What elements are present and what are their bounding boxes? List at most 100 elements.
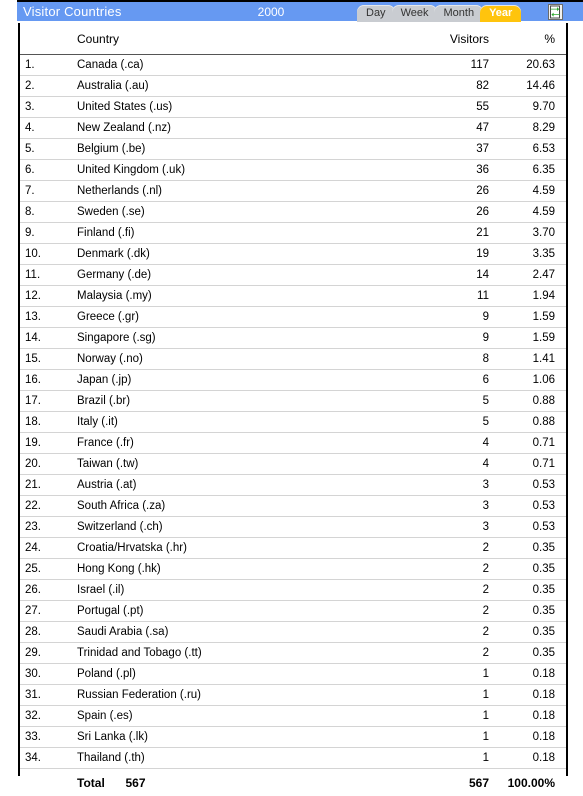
row-percent: 8.29: [505, 118, 566, 139]
row-visitors: 14: [395, 265, 505, 286]
row-country[interactable]: Greece (.gr): [60, 307, 395, 328]
table-row[interactable]: 34.Thailand (.th)10.18: [20, 748, 566, 769]
row-country[interactable]: Japan (.jp): [60, 370, 395, 391]
column-header-visitors[interactable]: Visitors: [395, 23, 505, 55]
row-visitors: 117: [395, 55, 505, 76]
refresh-button[interactable]: [548, 4, 563, 20]
row-country[interactable]: Taiwan (.tw): [60, 454, 395, 475]
table-row[interactable]: 21.Austria (.at)30.53: [20, 475, 566, 496]
titlebar-top-rule: [17, 0, 583, 2]
row-visitors: 1: [395, 727, 505, 748]
column-header-country[interactable]: Country: [60, 23, 395, 55]
tab-week[interactable]: Week: [392, 5, 438, 22]
row-country[interactable]: Saudi Arabia (.sa): [60, 622, 395, 643]
total-label-cell: Total 567: [60, 769, 395, 796]
row-percent: 0.18: [505, 706, 566, 727]
column-header-percent[interactable]: %: [505, 23, 566, 55]
row-country[interactable]: Australia (.au): [60, 76, 395, 97]
row-country[interactable]: United Kingdom (.uk): [60, 160, 395, 181]
row-visitors: 19: [395, 244, 505, 265]
row-country[interactable]: Netherlands (.nl): [60, 181, 395, 202]
row-rank: 30.: [20, 664, 60, 685]
tab-month[interactable]: Month: [434, 5, 483, 22]
row-country[interactable]: Brazil (.br): [60, 391, 395, 412]
row-country[interactable]: Norway (.no): [60, 349, 395, 370]
row-country[interactable]: Switzerland (.ch): [60, 517, 395, 538]
row-country[interactable]: Russian Federation (.ru): [60, 685, 395, 706]
table-row[interactable]: 32.Spain (.es)10.18: [20, 706, 566, 727]
row-rank: 33.: [20, 727, 60, 748]
table-row[interactable]: 31.Russian Federation (.ru)10.18: [20, 685, 566, 706]
table-row[interactable]: 5.Belgium (.be)376.53: [20, 139, 566, 160]
table-row[interactable]: 29.Trinidad and Tobago (.tt)20.35: [20, 643, 566, 664]
row-percent: 14.46: [505, 76, 566, 97]
table-row[interactable]: 22.South Africa (.za)30.53: [20, 496, 566, 517]
table-row[interactable]: 17.Brazil (.br)50.88: [20, 391, 566, 412]
table-row[interactable]: 23.Switzerland (.ch)30.53: [20, 517, 566, 538]
row-country[interactable]: New Zealand (.nz): [60, 118, 395, 139]
row-country[interactable]: Thailand (.th): [60, 748, 395, 769]
row-visitors: 2: [395, 580, 505, 601]
row-country[interactable]: Denmark (.dk): [60, 244, 395, 265]
row-country[interactable]: Israel (.il): [60, 580, 395, 601]
row-percent: 4.59: [505, 181, 566, 202]
table-row[interactable]: 25.Hong Kong (.hk)20.35: [20, 559, 566, 580]
row-country[interactable]: France (.fr): [60, 433, 395, 454]
table-row[interactable]: 28.Saudi Arabia (.sa)20.35: [20, 622, 566, 643]
table-row[interactable]: 9.Finland (.fi)213.70: [20, 223, 566, 244]
row-country[interactable]: Singapore (.sg): [60, 328, 395, 349]
table-row[interactable]: 4.New Zealand (.nz)478.29: [20, 118, 566, 139]
row-country[interactable]: Belgium (.be): [60, 139, 395, 160]
row-visitors: 36: [395, 160, 505, 181]
row-country[interactable]: Poland (.pl): [60, 664, 395, 685]
tab-year[interactable]: Year: [480, 5, 521, 22]
row-country[interactable]: Portugal (.pt): [60, 601, 395, 622]
row-country[interactable]: Trinidad and Tobago (.tt): [60, 643, 395, 664]
table-row[interactable]: 27.Portugal (.pt)20.35: [20, 601, 566, 622]
row-country[interactable]: Sweden (.se): [60, 202, 395, 223]
table-row[interactable]: 16.Japan (.jp)61.06: [20, 370, 566, 391]
table-row[interactable]: 10.Denmark (.dk)193.35: [20, 244, 566, 265]
table-row[interactable]: 6.United Kingdom (.uk)366.35: [20, 160, 566, 181]
table-row[interactable]: 18.Italy (.it)50.88: [20, 412, 566, 433]
tab-day[interactable]: Day: [357, 5, 395, 22]
row-country[interactable]: United States (.us): [60, 97, 395, 118]
total-inline-count: 567: [125, 776, 145, 790]
table-row[interactable]: 3.United States (.us)559.70: [20, 97, 566, 118]
row-percent: 1.59: [505, 328, 566, 349]
row-country[interactable]: Germany (.de): [60, 265, 395, 286]
table-row[interactable]: 8.Sweden (.se)264.59: [20, 202, 566, 223]
table-row[interactable]: 20.Taiwan (.tw)40.71: [20, 454, 566, 475]
table-row[interactable]: 12.Malaysia (.my)111.94: [20, 286, 566, 307]
row-rank: 9.: [20, 223, 60, 244]
row-country[interactable]: Canada (.ca): [60, 55, 395, 76]
row-country[interactable]: Italy (.it): [60, 412, 395, 433]
table-row[interactable]: 30.Poland (.pl)10.18: [20, 664, 566, 685]
row-percent: 3.35: [505, 244, 566, 265]
table-row[interactable]: 7.Netherlands (.nl)264.59: [20, 181, 566, 202]
table-row[interactable]: 33.Sri Lanka (.lk)10.18: [20, 727, 566, 748]
row-country[interactable]: Spain (.es): [60, 706, 395, 727]
row-percent: 0.18: [505, 727, 566, 748]
row-country[interactable]: Finland (.fi): [60, 223, 395, 244]
table-row[interactable]: 13.Greece (.gr)91.59: [20, 307, 566, 328]
row-country[interactable]: Hong Kong (.hk): [60, 559, 395, 580]
table-row[interactable]: 14.Singapore (.sg)91.59: [20, 328, 566, 349]
row-rank: 32.: [20, 706, 60, 727]
table-row[interactable]: 26.Israel (.il)20.35: [20, 580, 566, 601]
table-row[interactable]: 19.France (.fr)40.71: [20, 433, 566, 454]
row-country[interactable]: Malaysia (.my): [60, 286, 395, 307]
page-title: Visitor Countries: [23, 3, 122, 20]
row-percent: 0.35: [505, 580, 566, 601]
row-country[interactable]: Austria (.at): [60, 475, 395, 496]
row-country[interactable]: Sri Lanka (.lk): [60, 727, 395, 748]
row-country[interactable]: South Africa (.za): [60, 496, 395, 517]
table-row[interactable]: 15.Norway (.no)81.41: [20, 349, 566, 370]
table-row[interactable]: 1.Canada (.ca)11720.63: [20, 55, 566, 76]
table-row[interactable]: 24.Croatia/Hrvatska (.hr)20.35: [20, 538, 566, 559]
table-row[interactable]: 2.Australia (.au)8214.46: [20, 76, 566, 97]
row-country[interactable]: Croatia/Hrvatska (.hr): [60, 538, 395, 559]
visitor-countries-table: Country Visitors % 1.Canada (.ca)11720.6…: [20, 23, 566, 796]
table-row[interactable]: 11.Germany (.de)142.47: [20, 265, 566, 286]
row-rank: 13.: [20, 307, 60, 328]
